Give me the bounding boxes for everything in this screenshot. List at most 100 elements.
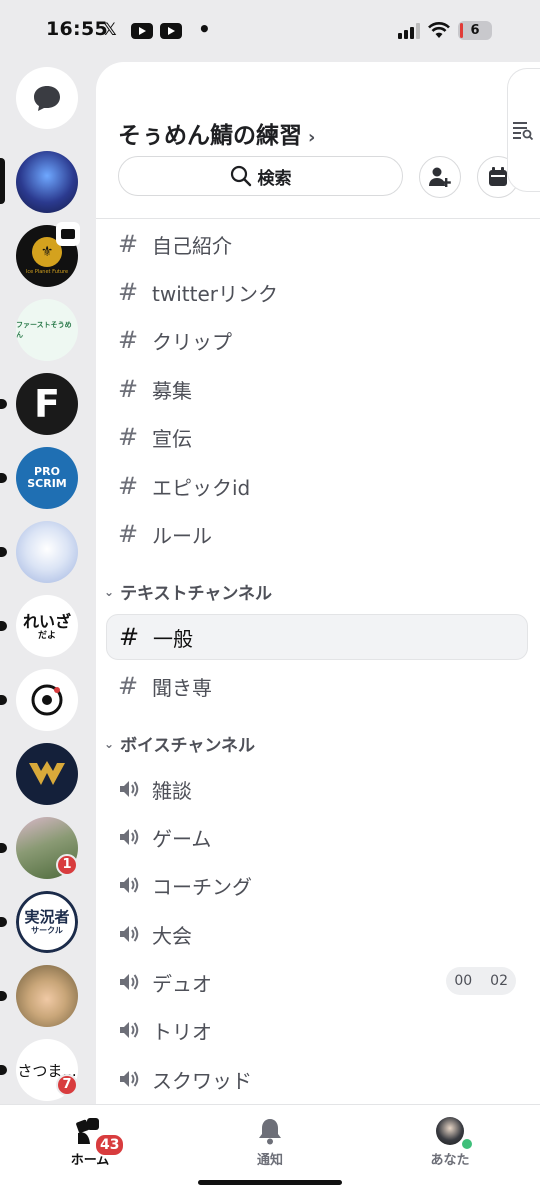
speaker-icon <box>118 827 152 847</box>
selected-server-indicator <box>0 158 5 204</box>
category-voice-channels[interactable]: ⌄ ボイスチャンネル <box>104 731 255 756</box>
unread-indicator <box>0 399 7 409</box>
invite-members-button[interactable] <box>419 156 461 198</box>
channel-name: デュオ <box>152 971 212 996</box>
channel-name: ルール <box>152 523 212 548</box>
server-icon-1[interactable] <box>16 151 78 213</box>
home-unread-badge: 43 <box>94 1133 126 1157</box>
channel-clips[interactable]: # クリップ <box>106 317 528 363</box>
battery-icon: 6 <box>458 21 492 40</box>
category-text-channels[interactable]: ⌄ テキストチャンネル <box>104 579 272 604</box>
speaker-icon <box>118 779 152 799</box>
voice-channel-duo[interactable]: デュオ 00 02 <box>106 959 528 1005</box>
tab-notifications[interactable]: 通知 <box>210 1117 330 1168</box>
server-icon-8[interactable] <box>16 669 78 731</box>
channel-name: 宣伝 <box>152 426 192 451</box>
home-indicator <box>198 1180 342 1185</box>
hash-icon: # <box>119 623 140 651</box>
tab-home[interactable]: 43 ホーム <box>30 1117 150 1168</box>
channel-self-intro[interactable]: # 自己紹介 <box>106 221 528 267</box>
server-title: そぅめん鯖の練習 <box>118 123 302 149</box>
chevron-down-icon: ⌄ <box>104 584 115 599</box>
bell-icon <box>259 1119 281 1145</box>
add-user-icon <box>429 167 451 187</box>
youtube-icon <box>160 23 182 39</box>
channel-panel: そぅめん鯖の練習 › 検索 # 自己紹介 # twitterリンク # クリップ # 募集… <box>96 62 540 1104</box>
unread-indicator <box>0 695 7 705</box>
online-status-indicator <box>460 1137 474 1151</box>
tab-notifications-label: 通知 <box>256 1153 283 1168</box>
cellular-signal-icon <box>398 23 422 39</box>
channel-general[interactable]: # 一般 <box>106 614 528 660</box>
unread-indicator <box>0 1065 7 1075</box>
server-icon-5[interactable]: PRO SCRIM <box>16 447 78 509</box>
server-4-label: F <box>34 382 60 426</box>
server-icon-9[interactable] <box>16 743 78 805</box>
server-7-label: れいざ <box>22 611 71 631</box>
category-label: ボイスチャンネル <box>120 736 256 756</box>
server-2-label: Ice Planet Future <box>25 269 69 275</box>
channel-recruitment[interactable]: # 募集 <box>106 366 528 412</box>
voice-channel-trio[interactable]: トリオ <box>106 1007 528 1053</box>
channel-listen-only[interactable]: # 聞き専 <box>106 663 528 709</box>
battery-level: 6 <box>470 23 480 38</box>
x-icon: 𝕏 <box>103 20 117 40</box>
status-time: 16:55 <box>46 18 108 40</box>
server-icon-6[interactable] <box>16 521 78 583</box>
channel-epic-id[interactable]: # エピックid <box>106 463 528 509</box>
speaker-icon <box>118 1020 152 1040</box>
voice-channel-chat[interactable]: 雑談 <box>106 766 528 812</box>
channel-twitter-links[interactable]: # twitterリンク <box>106 269 528 315</box>
unread-indicator <box>0 473 7 483</box>
server-7-sublabel: だよ <box>37 630 56 641</box>
server-icon-12[interactable] <box>16 965 78 1027</box>
voice-channel-squad[interactable]: スクワッド <box>106 1056 528 1102</box>
channel-name: 大会 <box>152 923 192 948</box>
hash-icon: # <box>118 520 139 548</box>
youtube-icon <box>131 23 153 39</box>
tab-you-label: あなた <box>430 1153 470 1168</box>
calendar-icon <box>489 167 507 186</box>
chat-bubble-icon <box>34 86 60 111</box>
search-button[interactable]: 検索 <box>118 156 403 196</box>
chevron-right-icon: › <box>308 127 316 148</box>
unread-mentions-badge: 1 <box>56 854 78 876</box>
channel-promotion[interactable]: # 宣伝 <box>106 414 528 460</box>
server-icon-4[interactable]: F <box>16 373 78 435</box>
channel-rules[interactable]: # ルール <box>106 511 528 557</box>
channel-name: twitterリンク <box>152 281 278 306</box>
channel-name: コーチング <box>152 874 252 899</box>
channel-name: 自己紹介 <box>152 233 232 258</box>
unread-indicator <box>0 621 7 631</box>
direct-messages-button[interactable] <box>16 67 78 129</box>
channel-name: 雑談 <box>152 778 192 803</box>
user-limit: 02 <box>490 973 508 989</box>
voice-channel-tournament[interactable]: 大会 <box>106 911 528 957</box>
unread-indicator <box>0 547 7 557</box>
hash-icon: # <box>118 672 139 700</box>
hash-icon: # <box>118 230 139 258</box>
speaker-icon <box>118 1069 152 1089</box>
server-name-header[interactable]: そぅめん鯖の練習 › <box>118 116 315 150</box>
channel-name: エピックid <box>152 475 251 500</box>
server-icon-7[interactable]: れいざ だよ <box>16 595 78 657</box>
tab-you[interactable]: あなた <box>390 1117 510 1168</box>
wifi-icon <box>428 22 450 38</box>
voice-channel-game[interactable]: ゲーム <box>106 814 528 860</box>
server-icon-3[interactable]: ファーストそうめん <box>16 299 78 361</box>
member-list-toggle[interactable] <box>507 68 540 192</box>
server-icon-11[interactable]: 実況者 サークル <box>16 891 78 953</box>
hash-icon: # <box>118 326 139 354</box>
chevron-down-icon: ⌄ <box>104 736 115 751</box>
unread-indicator <box>0 991 7 1001</box>
connected-count: 00 <box>454 973 473 989</box>
unread-mentions-badge: 7 <box>56 1074 78 1096</box>
voice-channel-coaching[interactable]: コーチング <box>106 862 528 908</box>
hash-icon: # <box>118 375 139 403</box>
channel-name: 一般 <box>153 626 193 651</box>
header-divider <box>96 218 540 219</box>
hash-icon: # <box>118 278 139 306</box>
server-11-label: 実況者 <box>24 908 70 926</box>
server-3-label: ファーストそうめん <box>16 321 72 339</box>
server-rail: ⚜ Ice Planet Future ファーストそうめん F PRO SCRI… <box>0 62 96 1102</box>
